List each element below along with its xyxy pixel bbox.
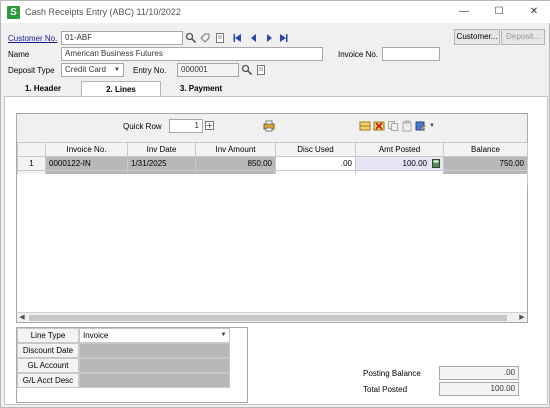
insert-row-icon[interactable] bbox=[359, 120, 371, 132]
quick-row-label: Quick Row bbox=[123, 122, 162, 131]
column-header-balance[interactable]: Balance bbox=[443, 142, 528, 157]
cell-posted[interactable]: 100.00 bbox=[355, 156, 444, 171]
deposit-type-label: Deposit Type bbox=[8, 66, 55, 75]
tab-bar: 1. Header 2. Lines 3. Payment bbox=[1, 81, 550, 97]
gl-account-row: GL Account bbox=[17, 358, 247, 373]
title-bar: S Cash Receipts Entry (ABC) 11/10/2022 —… bbox=[1, 1, 550, 23]
column-header-disc[interactable]: Disc Used bbox=[275, 142, 356, 157]
discount-date-field bbox=[79, 343, 230, 358]
search-icon[interactable] bbox=[185, 32, 197, 44]
scrollbar-thumb[interactable] bbox=[29, 315, 507, 321]
customer-no-label[interactable]: Customer No. bbox=[8, 34, 57, 43]
minimize-button[interactable]: — bbox=[453, 4, 475, 20]
deposit-button[interactable]: Deposit... bbox=[501, 29, 545, 45]
paste-icon[interactable] bbox=[401, 120, 413, 132]
tab-lines[interactable]: 2. Lines bbox=[81, 81, 161, 97]
column-header-amount[interactable]: Inv Amount bbox=[195, 142, 276, 157]
column-header-date[interactable]: Inv Date bbox=[127, 142, 196, 157]
deposit-type-value: Credit Card bbox=[65, 65, 106, 74]
line-detail-panel: Line Type Invoice ▼ Discount Date GL Acc… bbox=[16, 327, 248, 403]
quick-row-input[interactable]: 1 bbox=[169, 119, 203, 133]
column-header-posted[interactable]: Amt Posted bbox=[355, 142, 444, 157]
grid-settings-icon[interactable] bbox=[415, 120, 427, 132]
first-record-icon[interactable] bbox=[233, 33, 242, 43]
discount-date-row: Discount Date bbox=[17, 343, 247, 358]
invoice-no-field[interactable] bbox=[382, 47, 440, 61]
last-record-icon[interactable] bbox=[279, 33, 288, 43]
grid-empty-area bbox=[17, 174, 527, 312]
customer-no-field[interactable]: 01-ABF bbox=[61, 31, 183, 45]
lines-grid: Quick Row 1 ▼ Invoice No. Inv Date Inv A… bbox=[16, 113, 528, 323]
search-icon[interactable] bbox=[241, 64, 253, 76]
gl-desc-field bbox=[79, 373, 230, 388]
deposit-type-select[interactable]: Credit Card ▼ bbox=[61, 63, 124, 77]
cell-disc[interactable]: .00 bbox=[275, 156, 356, 171]
posting-balance-label: Posting Balance bbox=[363, 369, 421, 378]
copy-icon[interactable] bbox=[387, 120, 399, 132]
posted-value: 100.00 bbox=[402, 159, 427, 168]
entry-no-label: Entry No. bbox=[133, 66, 167, 75]
document-icon[interactable] bbox=[255, 64, 267, 76]
total-posted-label: Total Posted bbox=[363, 385, 408, 394]
document-icon[interactable] bbox=[214, 32, 226, 44]
gl-desc-label: G/L Acct Desc bbox=[17, 373, 79, 388]
grid-toolbar: Quick Row 1 ▼ bbox=[17, 114, 527, 142]
column-header-rownum bbox=[17, 142, 46, 157]
scroll-right-icon[interactable]: ▶ bbox=[517, 313, 527, 323]
quick-row-spin-icon[interactable] bbox=[204, 120, 216, 132]
horizontal-scrollbar[interactable]: ◀ ▶ bbox=[17, 312, 527, 322]
name-field[interactable]: American Business Futures bbox=[61, 47, 323, 61]
tab-payment[interactable]: 3. Payment bbox=[171, 81, 231, 97]
cell-date: 1/31/2025 bbox=[127, 156, 196, 171]
cell-invoice[interactable]: 0000122-IN bbox=[45, 156, 128, 171]
cell-balance: 750.00 bbox=[443, 156, 528, 171]
customer-button[interactable]: Customer... bbox=[454, 29, 500, 45]
column-header-invoice[interactable]: Invoice No. bbox=[45, 142, 128, 157]
sage-app-icon: S bbox=[7, 6, 20, 19]
line-type-label: Line Type bbox=[17, 328, 79, 343]
previous-record-icon[interactable] bbox=[249, 33, 258, 43]
table-row[interactable]: 1 0000122-IN 1/31/2025 850.00 .00 100.00… bbox=[17, 156, 528, 171]
window-title: Cash Receipts Entry (ABC) 11/10/2022 bbox=[25, 7, 181, 17]
line-type-row: Line Type Invoice ▼ bbox=[17, 328, 247, 343]
cash-receipts-window: S Cash Receipts Entry (ABC) 11/10/2022 —… bbox=[0, 0, 550, 408]
next-record-icon[interactable] bbox=[265, 33, 274, 43]
gl-account-label: GL Account bbox=[17, 358, 79, 373]
gl-account-field bbox=[79, 358, 230, 373]
close-button[interactable]: ✕ bbox=[523, 4, 545, 20]
gl-desc-row: G/L Acct Desc bbox=[17, 373, 247, 388]
chevron-down-icon[interactable]: ▼ bbox=[428, 120, 436, 132]
total-posted-field: 100.00 bbox=[439, 382, 519, 396]
scroll-left-icon[interactable]: ◀ bbox=[17, 313, 27, 323]
line-type-select[interactable]: Invoice bbox=[79, 328, 230, 343]
row-number: 1 bbox=[17, 156, 46, 171]
chevron-down-icon[interactable]: ▼ bbox=[217, 328, 230, 343]
tab-header[interactable]: 1. Header bbox=[17, 81, 69, 97]
invoice-no-label: Invoice No. bbox=[338, 50, 379, 59]
chevron-down-icon: ▼ bbox=[114, 67, 120, 73]
calculator-icon[interactable] bbox=[432, 159, 440, 170]
cell-amount: 850.00 bbox=[195, 156, 276, 171]
tag-icon[interactable] bbox=[199, 32, 211, 44]
table-header-row: Invoice No. Inv Date Inv Amount Disc Use… bbox=[17, 142, 528, 157]
printer-icon[interactable] bbox=[263, 120, 275, 132]
posting-balance-field: .00 bbox=[439, 366, 519, 380]
delete-row-icon[interactable] bbox=[373, 120, 385, 132]
maximize-button[interactable]: ☐ bbox=[488, 4, 510, 20]
entry-no-field[interactable]: 000001 bbox=[177, 63, 239, 77]
name-label: Name bbox=[8, 50, 30, 59]
discount-date-label: Discount Date bbox=[17, 343, 79, 358]
